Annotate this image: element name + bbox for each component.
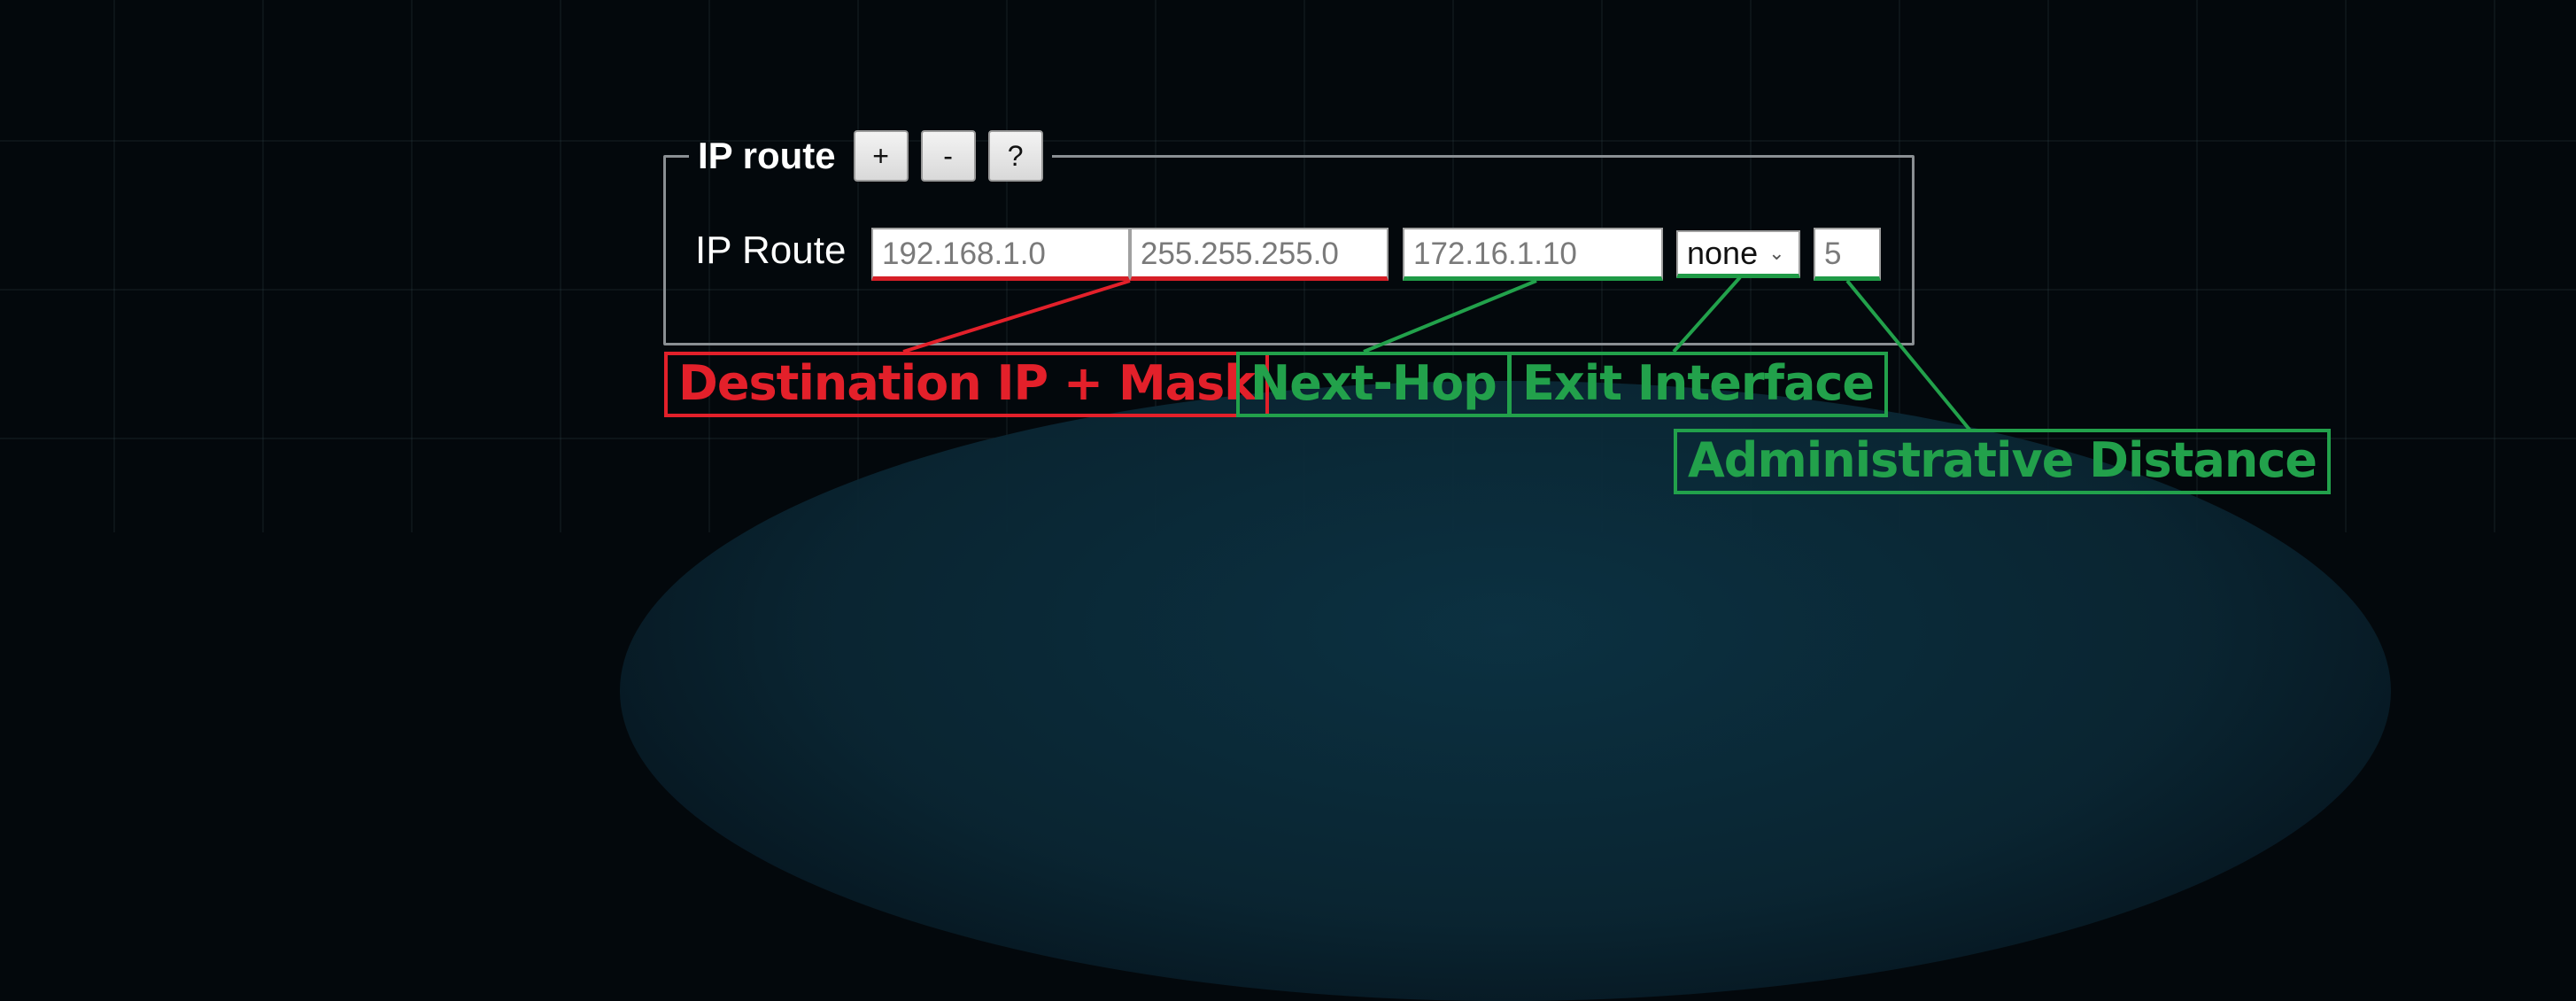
exit-interface-leader-line (1672, 275, 1742, 353)
admin-distance-callout: Administrative Distance (1674, 429, 2331, 494)
next-hop-callout: Next-Hop (1236, 352, 1511, 417)
destination-callout: Destination IP + Mask (664, 352, 1270, 417)
destination-leader-line (902, 279, 1131, 353)
next-hop-leader-line (1363, 279, 1537, 353)
exit-interface-callout: Exit Interface (1508, 352, 1889, 417)
